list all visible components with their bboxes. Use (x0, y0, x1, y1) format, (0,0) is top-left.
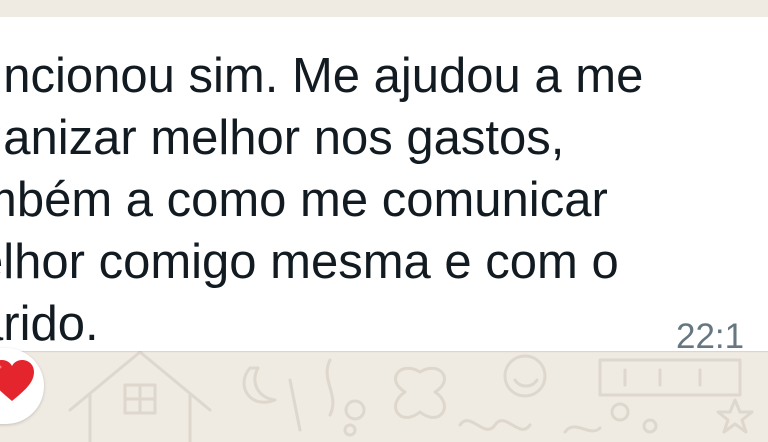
message-line: ganizar melhor nos gastos, (0, 111, 565, 165)
incoming-message-bubble[interactable]: uncionou sim. Me ajudou a me ganizar mel… (0, 17, 768, 356)
red-heart-icon (0, 360, 34, 401)
message-timestamp: 22:1 (676, 317, 745, 356)
chat-screen: uncionou sim. Me ajudou a me ganizar mel… (0, 0, 768, 442)
message-line: arido. (0, 297, 99, 351)
message-text: uncionou sim. Me ajudou a me ganizar mel… (0, 45, 696, 355)
message-line: elhor comigo mesma e com o (0, 235, 619, 289)
message-line: mbém a como me comunicar (0, 173, 608, 227)
message-line: uncionou sim. Me ajudou a me (0, 49, 644, 103)
